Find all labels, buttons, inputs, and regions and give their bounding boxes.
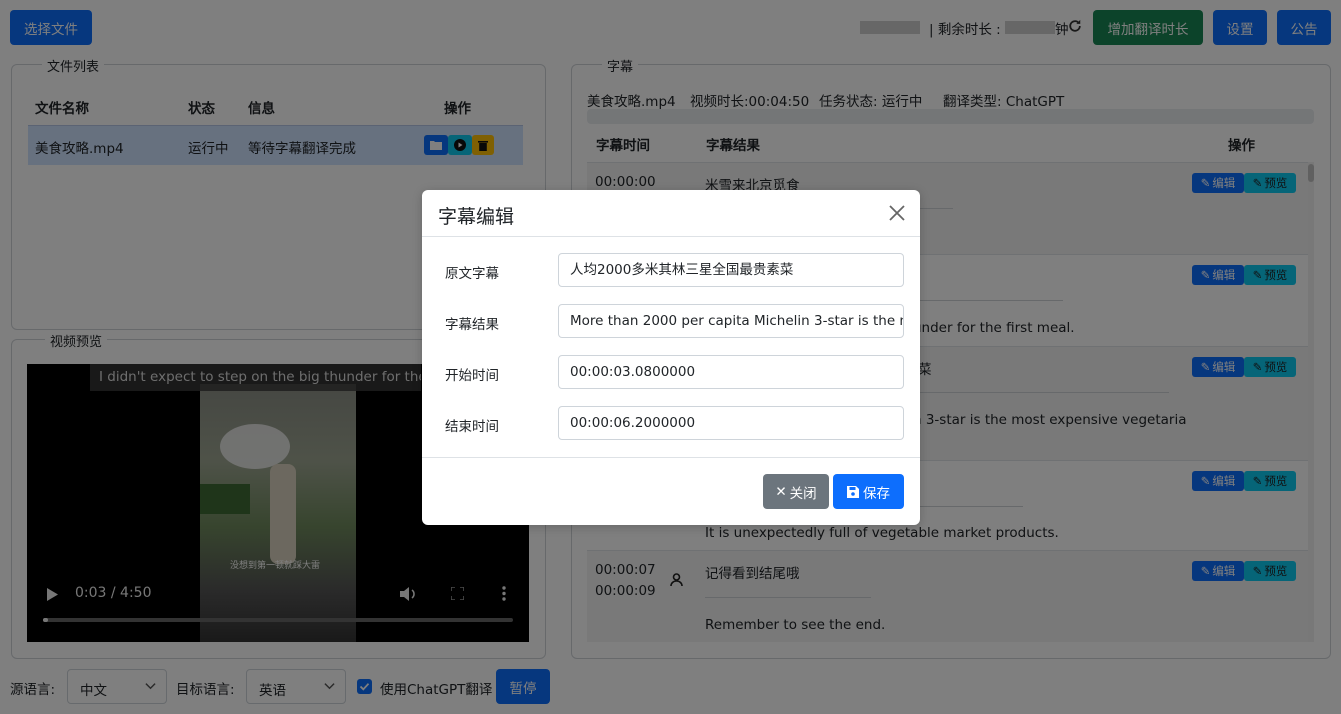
- modal-title: 字幕编辑: [438, 206, 515, 228]
- x-icon: ✕: [775, 483, 787, 500]
- original-subtitle-input[interactable]: 人均2000多米其林三星全国最贵素菜: [558, 253, 904, 287]
- modal-save-label: 保存: [863, 485, 890, 502]
- start-time-label: 开始时间: [445, 368, 499, 384]
- modal-save-button[interactable]: 保存: [833, 474, 904, 509]
- modal-close-button[interactable]: ✕ 关闭: [763, 474, 829, 509]
- subtitle-result-input[interactable]: More than 2000 per capita Michelin 3-sta…: [558, 304, 904, 338]
- end-time-input[interactable]: 00:00:06.2000000: [558, 406, 904, 440]
- modal-header-divider: [422, 236, 920, 237]
- close-icon[interactable]: [888, 204, 906, 222]
- end-time-label: 结束时间: [445, 419, 499, 435]
- subtitle-result-label: 字幕结果: [445, 317, 499, 333]
- modal-footer-divider: [422, 457, 920, 458]
- subtitle-edit-modal: 字幕编辑 原文字幕 人均2000多米其林三星全国最贵素菜 字幕结果 More t…: [422, 190, 920, 525]
- modal-close-label: 关闭: [789, 485, 817, 502]
- start-time-input[interactable]: 00:00:03.0800000: [558, 355, 904, 389]
- save-icon: [847, 485, 859, 498]
- original-subtitle-label: 原文字幕: [445, 266, 499, 282]
